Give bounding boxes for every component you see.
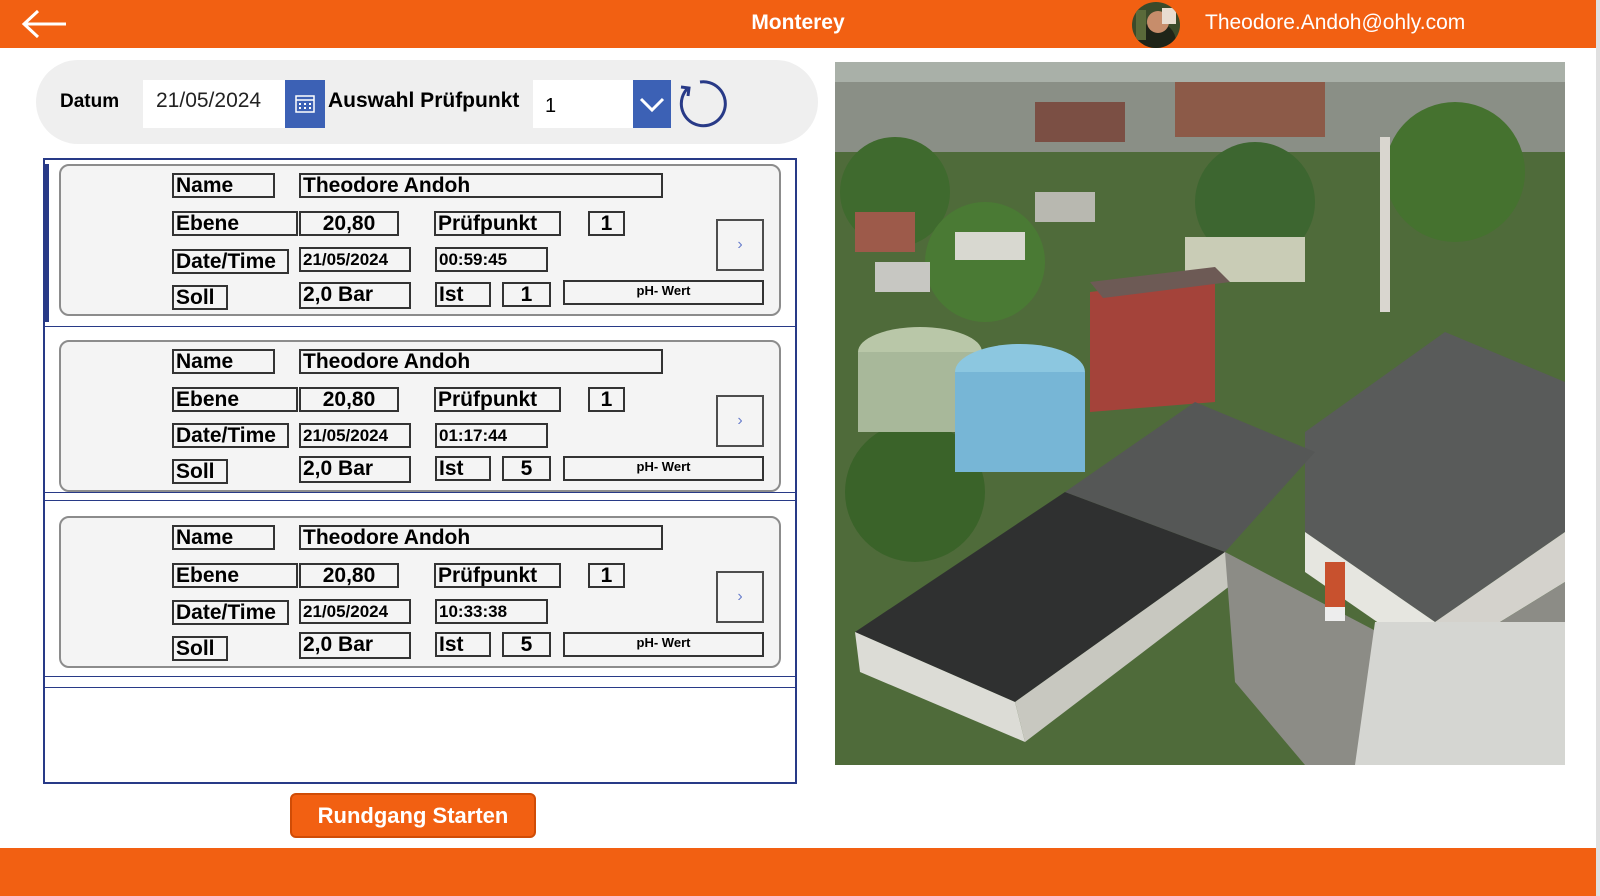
chevron-right-icon[interactable]: › <box>716 219 764 271</box>
date-picker-input[interactable]: 21/05/2024 <box>143 80 285 128</box>
auswahl-pruefpunkt-label: Auswahl Prüfpunkt <box>328 89 520 112</box>
ist-label: Ist <box>435 456 491 481</box>
top-bar: Monterey Theodore.Andoh@ohly.com <box>0 0 1596 48</box>
user-email: Theodore.Andoh@ohly.com <box>1205 11 1466 34</box>
ebene-label: Ebene <box>172 211 298 236</box>
window-edge <box>1596 0 1600 896</box>
time-value: 10:33:38 <box>435 599 548 624</box>
ebene-label: Ebene <box>172 563 298 588</box>
name-label: Name <box>172 349 275 374</box>
card-separator <box>45 326 795 327</box>
record-card: Name Theodore Andoh Ebene 20,80 Prüfpunk… <box>59 164 781 316</box>
bottom-bar <box>0 848 1596 896</box>
date-value: 21/05/2024 <box>299 423 411 448</box>
datum-label: Datum <box>60 91 120 112</box>
name-label: Name <box>172 525 275 550</box>
ebene-value: 20,80 <box>299 387 399 412</box>
user-avatar <box>1132 2 1180 48</box>
pruefpunkt-label: Prüfpunkt <box>434 387 561 412</box>
ist-value: 5 <box>502 632 551 657</box>
name-label: Name <box>172 173 275 198</box>
card-separator <box>45 500 795 501</box>
records-gallery[interactable]: Name Theodore Andoh Ebene 20,80 Prüfpunk… <box>43 158 797 784</box>
soll-value: 2,0 Bar <box>299 456 411 483</box>
card-separator <box>45 687 795 688</box>
record-card: Name Theodore Andoh Ebene 20,80 Prüfpunk… <box>59 340 781 492</box>
chevron-down-icon[interactable] <box>633 80 671 128</box>
pruefpunkt-value: 1 <box>588 211 625 236</box>
back-arrow-icon[interactable] <box>20 8 70 40</box>
refresh-icon[interactable] <box>673 77 727 131</box>
pruefpunkt-label: Prüfpunkt <box>434 211 561 236</box>
rundgang-starten-button[interactable]: Rundgang Starten <box>290 793 536 838</box>
ist-value: 1 <box>502 282 551 307</box>
soll-value: 2,0 Bar <box>299 632 411 659</box>
app-title: Monterey <box>751 11 845 34</box>
pruefpunkt-value: 1 <box>588 387 625 412</box>
name-value: Theodore Andoh <box>299 173 663 198</box>
app-screen: Monterey Theodore.Andoh@ohly.com Datum 2… <box>0 0 1600 896</box>
ebene-label: Ebene <box>172 387 298 412</box>
calendar-icon[interactable] <box>285 80 325 128</box>
date-value: 21/05/2024 <box>299 247 411 272</box>
ist-label: Ist <box>435 282 491 307</box>
datetime-label: Date/Time <box>172 423 289 448</box>
soll-label: Soll <box>172 636 228 661</box>
card-separator <box>45 492 795 493</box>
ist-label: Ist <box>435 632 491 657</box>
ist-value: 5 <box>502 456 551 481</box>
pruefpunkt-dropdown[interactable]: 1 <box>533 80 633 128</box>
plant-aerial-photo <box>835 62 1565 765</box>
ebene-value: 20,80 <box>299 211 399 236</box>
ph-wert-field[interactable]: pH- Wert <box>563 632 764 657</box>
pruefpunkt-value: 1 <box>588 563 625 588</box>
name-value: Theodore Andoh <box>299 349 663 374</box>
chevron-right-icon[interactable]: › <box>716 395 764 447</box>
datetime-label: Date/Time <box>172 600 289 625</box>
name-value: Theodore Andoh <box>299 525 663 550</box>
card-separator <box>45 676 795 677</box>
soll-value: 2,0 Bar <box>299 282 411 309</box>
record-card: Name Theodore Andoh Ebene 20,80 Prüfpunk… <box>59 516 781 668</box>
time-value: 00:59:45 <box>435 247 548 272</box>
selected-item-indicator <box>45 164 49 322</box>
date-value: 21/05/2024 <box>299 599 411 624</box>
soll-label: Soll <box>172 285 228 310</box>
pruefpunkt-label: Prüfpunkt <box>434 563 561 588</box>
ph-wert-field[interactable]: pH- Wert <box>563 280 764 305</box>
soll-label: Soll <box>172 459 228 484</box>
datetime-label: Date/Time <box>172 249 289 274</box>
chevron-right-icon[interactable]: › <box>716 571 764 623</box>
ph-wert-field[interactable]: pH- Wert <box>563 456 764 481</box>
ebene-value: 20,80 <box>299 563 399 588</box>
time-value: 01:17:44 <box>435 423 548 448</box>
